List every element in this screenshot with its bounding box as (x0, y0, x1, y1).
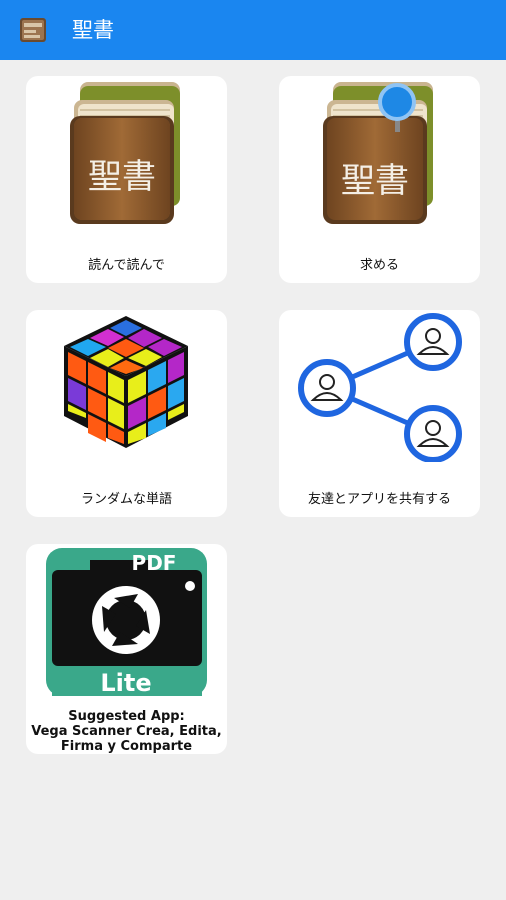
menu-card-random[interactable]: ランダムな単語 (26, 310, 227, 517)
menu-label-share: 友達とアプリを共有する (307, 492, 451, 507)
suggested-line-1: Suggested App: (68, 709, 185, 724)
badge-bottom-text: Lite (100, 669, 151, 696)
page-title: 聖書 (72, 18, 114, 42)
menu-label-suggested-app: Suggested App: Vega Scanner Crea, Edita,… (26, 709, 227, 754)
badge-top-text: PDF (132, 551, 177, 575)
bible-search-icon: 聖書 (323, 82, 433, 224)
pdf-scanner-lite-icon: PDF Lite (46, 548, 207, 696)
suggested-line-3: Firma y Comparte (60, 739, 193, 754)
menu-card-search[interactable]: 聖書 求める (279, 76, 480, 283)
menu-label-search: 求める (359, 258, 399, 273)
menu-label-random: ランダムな単語 (80, 492, 172, 507)
menu-card-read[interactable]: 聖書 読んで読んで (26, 76, 227, 283)
book-cover-title: 聖書 (341, 161, 409, 201)
rubik-cube-icon (64, 316, 188, 448)
book-cover-title: 聖書 (88, 157, 156, 197)
bible-app-icon[interactable] (18, 15, 48, 45)
app-bar: 聖書 (0, 0, 506, 60)
bible-book-icon: 聖書 (70, 82, 180, 224)
menu-card-share[interactable]: 友達とアプリを共有する (279, 310, 480, 517)
menu-card-suggested-app[interactable]: PDF Lite Suggested App: Vega Scanner Cre… (26, 544, 227, 754)
suggested-line-2: Vega Scanner Crea, Edita, (31, 724, 222, 739)
share-network-icon (298, 313, 462, 462)
menu-label-read: 読んで読んで (88, 258, 165, 273)
